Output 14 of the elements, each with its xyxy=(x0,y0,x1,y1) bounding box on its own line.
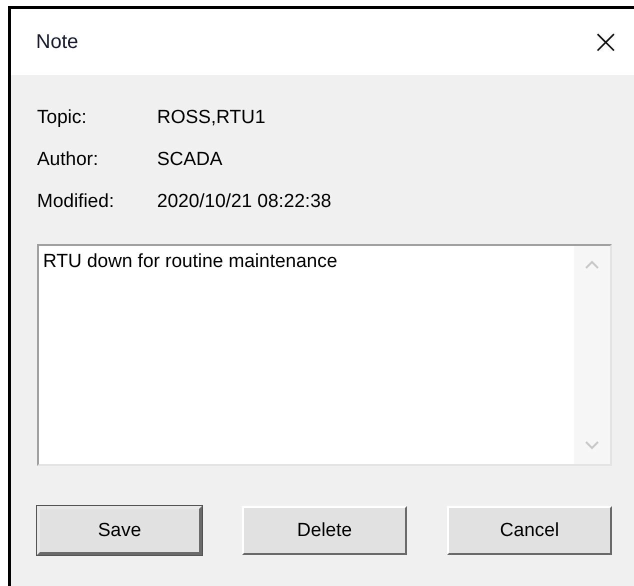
scroll-down-icon[interactable] xyxy=(585,441,599,450)
scroll-up-icon[interactable] xyxy=(585,260,599,269)
note-field[interactable]: RTU down for routine maintenance xyxy=(37,244,612,466)
dialog-button[interactable]: Cancel xyxy=(447,506,612,555)
window-title: Note xyxy=(36,30,78,54)
field-value: 2020/10/21 08:22:38 xyxy=(157,190,332,214)
field-label: Modified: xyxy=(37,190,116,214)
field-label: Author: xyxy=(37,148,100,172)
field-value: ROSS,RTU1 xyxy=(157,106,266,130)
close-button[interactable]: × xyxy=(578,25,634,59)
field-label: Topic: xyxy=(37,106,88,130)
dialog-button[interactable]: Save xyxy=(37,506,202,555)
field-value: SCADA xyxy=(157,148,224,172)
dialog-button[interactable]: Delete xyxy=(242,506,407,555)
